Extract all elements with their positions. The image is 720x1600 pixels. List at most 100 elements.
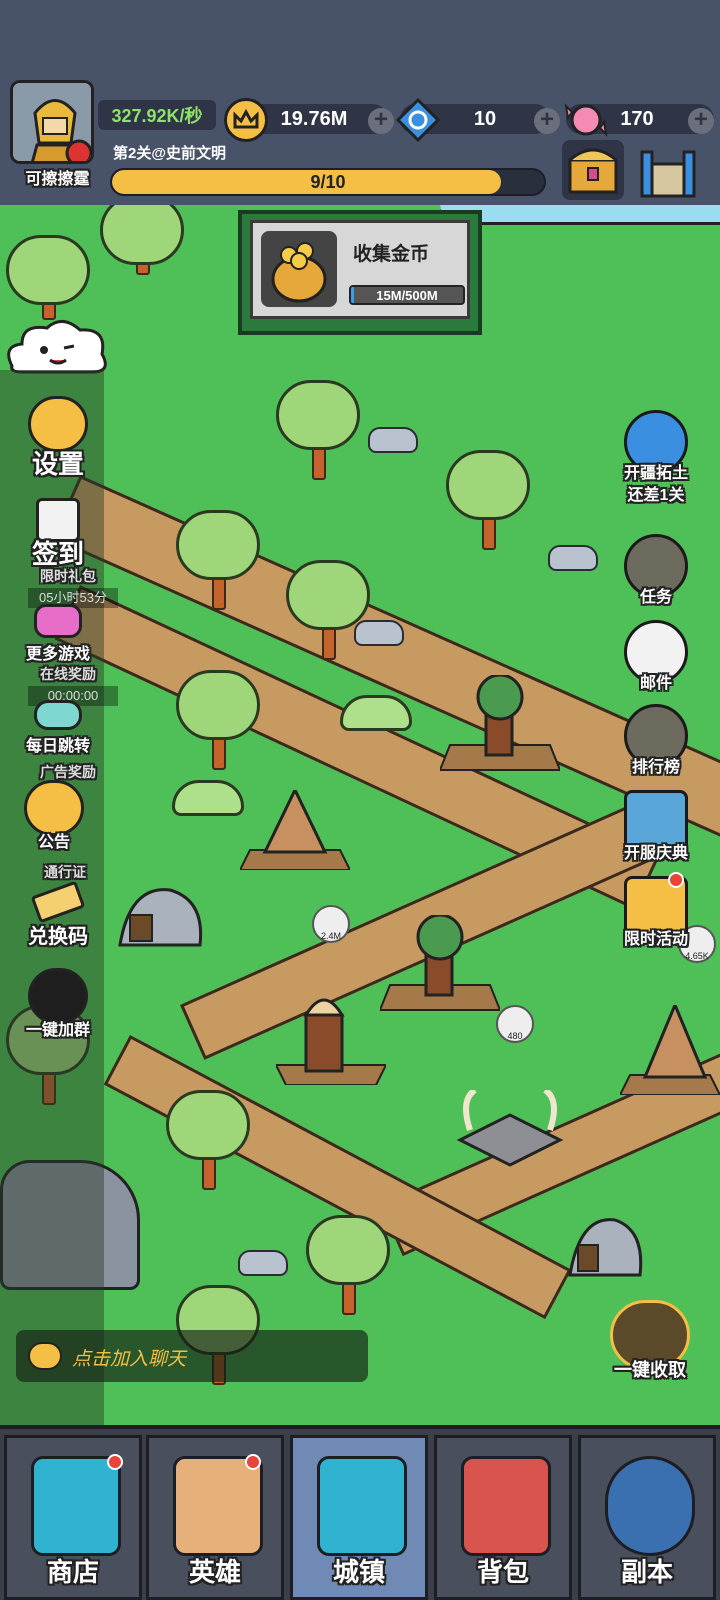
backpack-icon: [461, 1456, 551, 1556]
player-name: 可擦擦霆: [25, 171, 90, 188]
stage-label: 第2关@史前文明: [113, 145, 226, 162]
limited-pack-label: 限时礼包: [40, 568, 96, 584]
tent-building[interactable]: [238, 786, 352, 871]
bush: [340, 695, 412, 731]
nav-dungeon[interactable]: 副本: [578, 1435, 716, 1600]
income-bubble[interactable]: 480: [496, 1005, 534, 1043]
cloud-icon: [7, 320, 107, 374]
crown-amount: 19.76M: [280, 107, 348, 130]
gate-icon: [640, 150, 696, 198]
nav-bag[interactable]: 背包: [434, 1435, 572, 1600]
locked-globe-icon: [605, 1456, 695, 1556]
chat-bubble-icon: [28, 1342, 62, 1370]
limited-event-label: 限时活动: [623, 931, 688, 948]
limited-event-button[interactable]: 限时活动: [606, 872, 706, 950]
cave-icon: [568, 1218, 643, 1277]
cave-building[interactable]: [110, 885, 210, 955]
online-reward-label: 在线奖励: [40, 666, 96, 682]
income-rate: 327.92K/秒: [98, 100, 216, 130]
cloud-mascot[interactable]: [2, 316, 112, 376]
mail-button[interactable]: 邮件: [606, 620, 706, 694]
tasks-button[interactable]: 任务: [606, 534, 706, 608]
income-amount: 2.4M: [320, 931, 341, 941]
nav-dungeon-label: 副本: [620, 1557, 673, 1587]
daily-jump-button[interactable]: 每日跳转: [8, 700, 108, 756]
tree: [176, 510, 266, 620]
candy-icon: [564, 98, 608, 142]
join-group-label: 一键加群: [25, 1022, 90, 1039]
tree-house-building[interactable]: [378, 913, 502, 1015]
crown-icon: [224, 98, 268, 142]
nav-heroes[interactable]: 英雄: [146, 1435, 284, 1600]
spartan-icon: [13, 83, 91, 161]
limited-event-badge: [668, 872, 684, 888]
tree: [100, 205, 190, 285]
shop-icon: [31, 1456, 121, 1556]
lake: [440, 205, 720, 225]
tasks-label: 任务: [639, 589, 672, 606]
nav-bag-label: 背包: [476, 1557, 529, 1587]
server-celebration-label: 开服庆典: [623, 845, 688, 862]
player-avatar[interactable]: [10, 80, 94, 164]
redeem-code-button[interactable]: 兑换码: [8, 880, 108, 949]
settings-button[interactable]: 设置: [8, 396, 108, 481]
arena-icon: [456, 1087, 564, 1167]
building-icon: [317, 1456, 407, 1556]
tree: [306, 1215, 396, 1325]
collect-gold-progress-text: 15M/500M: [376, 288, 438, 303]
expand-territory-label: 开疆拓土: [623, 465, 688, 482]
cave-building[interactable]: [560, 1215, 650, 1285]
candy-add-button[interactable]: +: [688, 108, 714, 134]
battle-pass-label: 通行证: [44, 864, 86, 880]
arena-building[interactable]: [450, 1087, 570, 1170]
tree: [176, 670, 266, 780]
collect-gold-inner: 收集金币 15M/500M: [250, 220, 470, 319]
cave-icon: [118, 888, 203, 947]
candy-amount: 170: [620, 107, 654, 130]
rock: [548, 545, 598, 571]
treasure-chest-button[interactable]: [562, 140, 624, 200]
hut-building[interactable]: [274, 985, 388, 1086]
gamepad-icon: [34, 604, 82, 638]
join-group-button[interactable]: 一键加群: [8, 968, 108, 1040]
collect-gold-panel[interactable]: 收集金币 15M/500M: [238, 210, 482, 335]
gold-pot-icon: [261, 231, 337, 307]
caveman-icon: [173, 1456, 263, 1556]
gem-icon: [395, 97, 441, 143]
tree: [446, 450, 536, 560]
more-games-button[interactable]: 更多游戏: [8, 604, 108, 664]
checkin-button[interactable]: 签到: [8, 498, 108, 571]
shop-badge: [107, 1454, 123, 1470]
crown-add-button[interactable]: +: [368, 108, 394, 134]
income-amount: 480: [507, 1031, 523, 1041]
tree: [166, 1090, 256, 1200]
income-bubble[interactable]: 2.4M: [312, 905, 350, 943]
mail-label: 邮件: [639, 675, 672, 692]
collect-all-label: 一键收取: [614, 1360, 686, 1380]
income-amount: 4.65K: [685, 951, 709, 961]
nav-town-label: 城镇: [332, 1557, 385, 1587]
expand-territory-button[interactable]: 开疆拓土 还差1关: [606, 410, 706, 506]
nav-shop[interactable]: 商店: [4, 1435, 142, 1600]
tree-house-building[interactable]: [438, 673, 562, 775]
collect-gold-title: 收集金币: [353, 244, 430, 265]
rock: [238, 1250, 288, 1276]
tent-building[interactable]: [618, 1001, 720, 1096]
bottom-nav: 商店 英雄 城镇 背包 副本: [0, 1425, 720, 1600]
leaderboard-button[interactable]: 排行榜: [606, 704, 706, 778]
tree-house-icon: [378, 913, 502, 1011]
collect-all-button[interactable]: 一键收取: [600, 1300, 700, 1380]
server-celebration-button[interactable]: 开服庆典: [606, 790, 706, 864]
gate-button[interactable]: [636, 144, 700, 200]
treasure-chest-icon: [568, 148, 618, 194]
tree-house-icon: [438, 673, 562, 771]
nav-town[interactable]: 城镇: [290, 1435, 428, 1600]
rock: [354, 620, 404, 646]
heroes-badge: [245, 1454, 261, 1470]
leaderboard-label: 排行榜: [631, 759, 680, 776]
tap-icon: [34, 700, 82, 730]
chat-bar[interactable]: 点击加入聊天: [16, 1330, 368, 1382]
ad-reward-label: 广告奖励: [40, 764, 96, 780]
gem-add-button[interactable]: +: [534, 108, 560, 134]
notice-button[interactable]: 公告: [4, 780, 104, 852]
